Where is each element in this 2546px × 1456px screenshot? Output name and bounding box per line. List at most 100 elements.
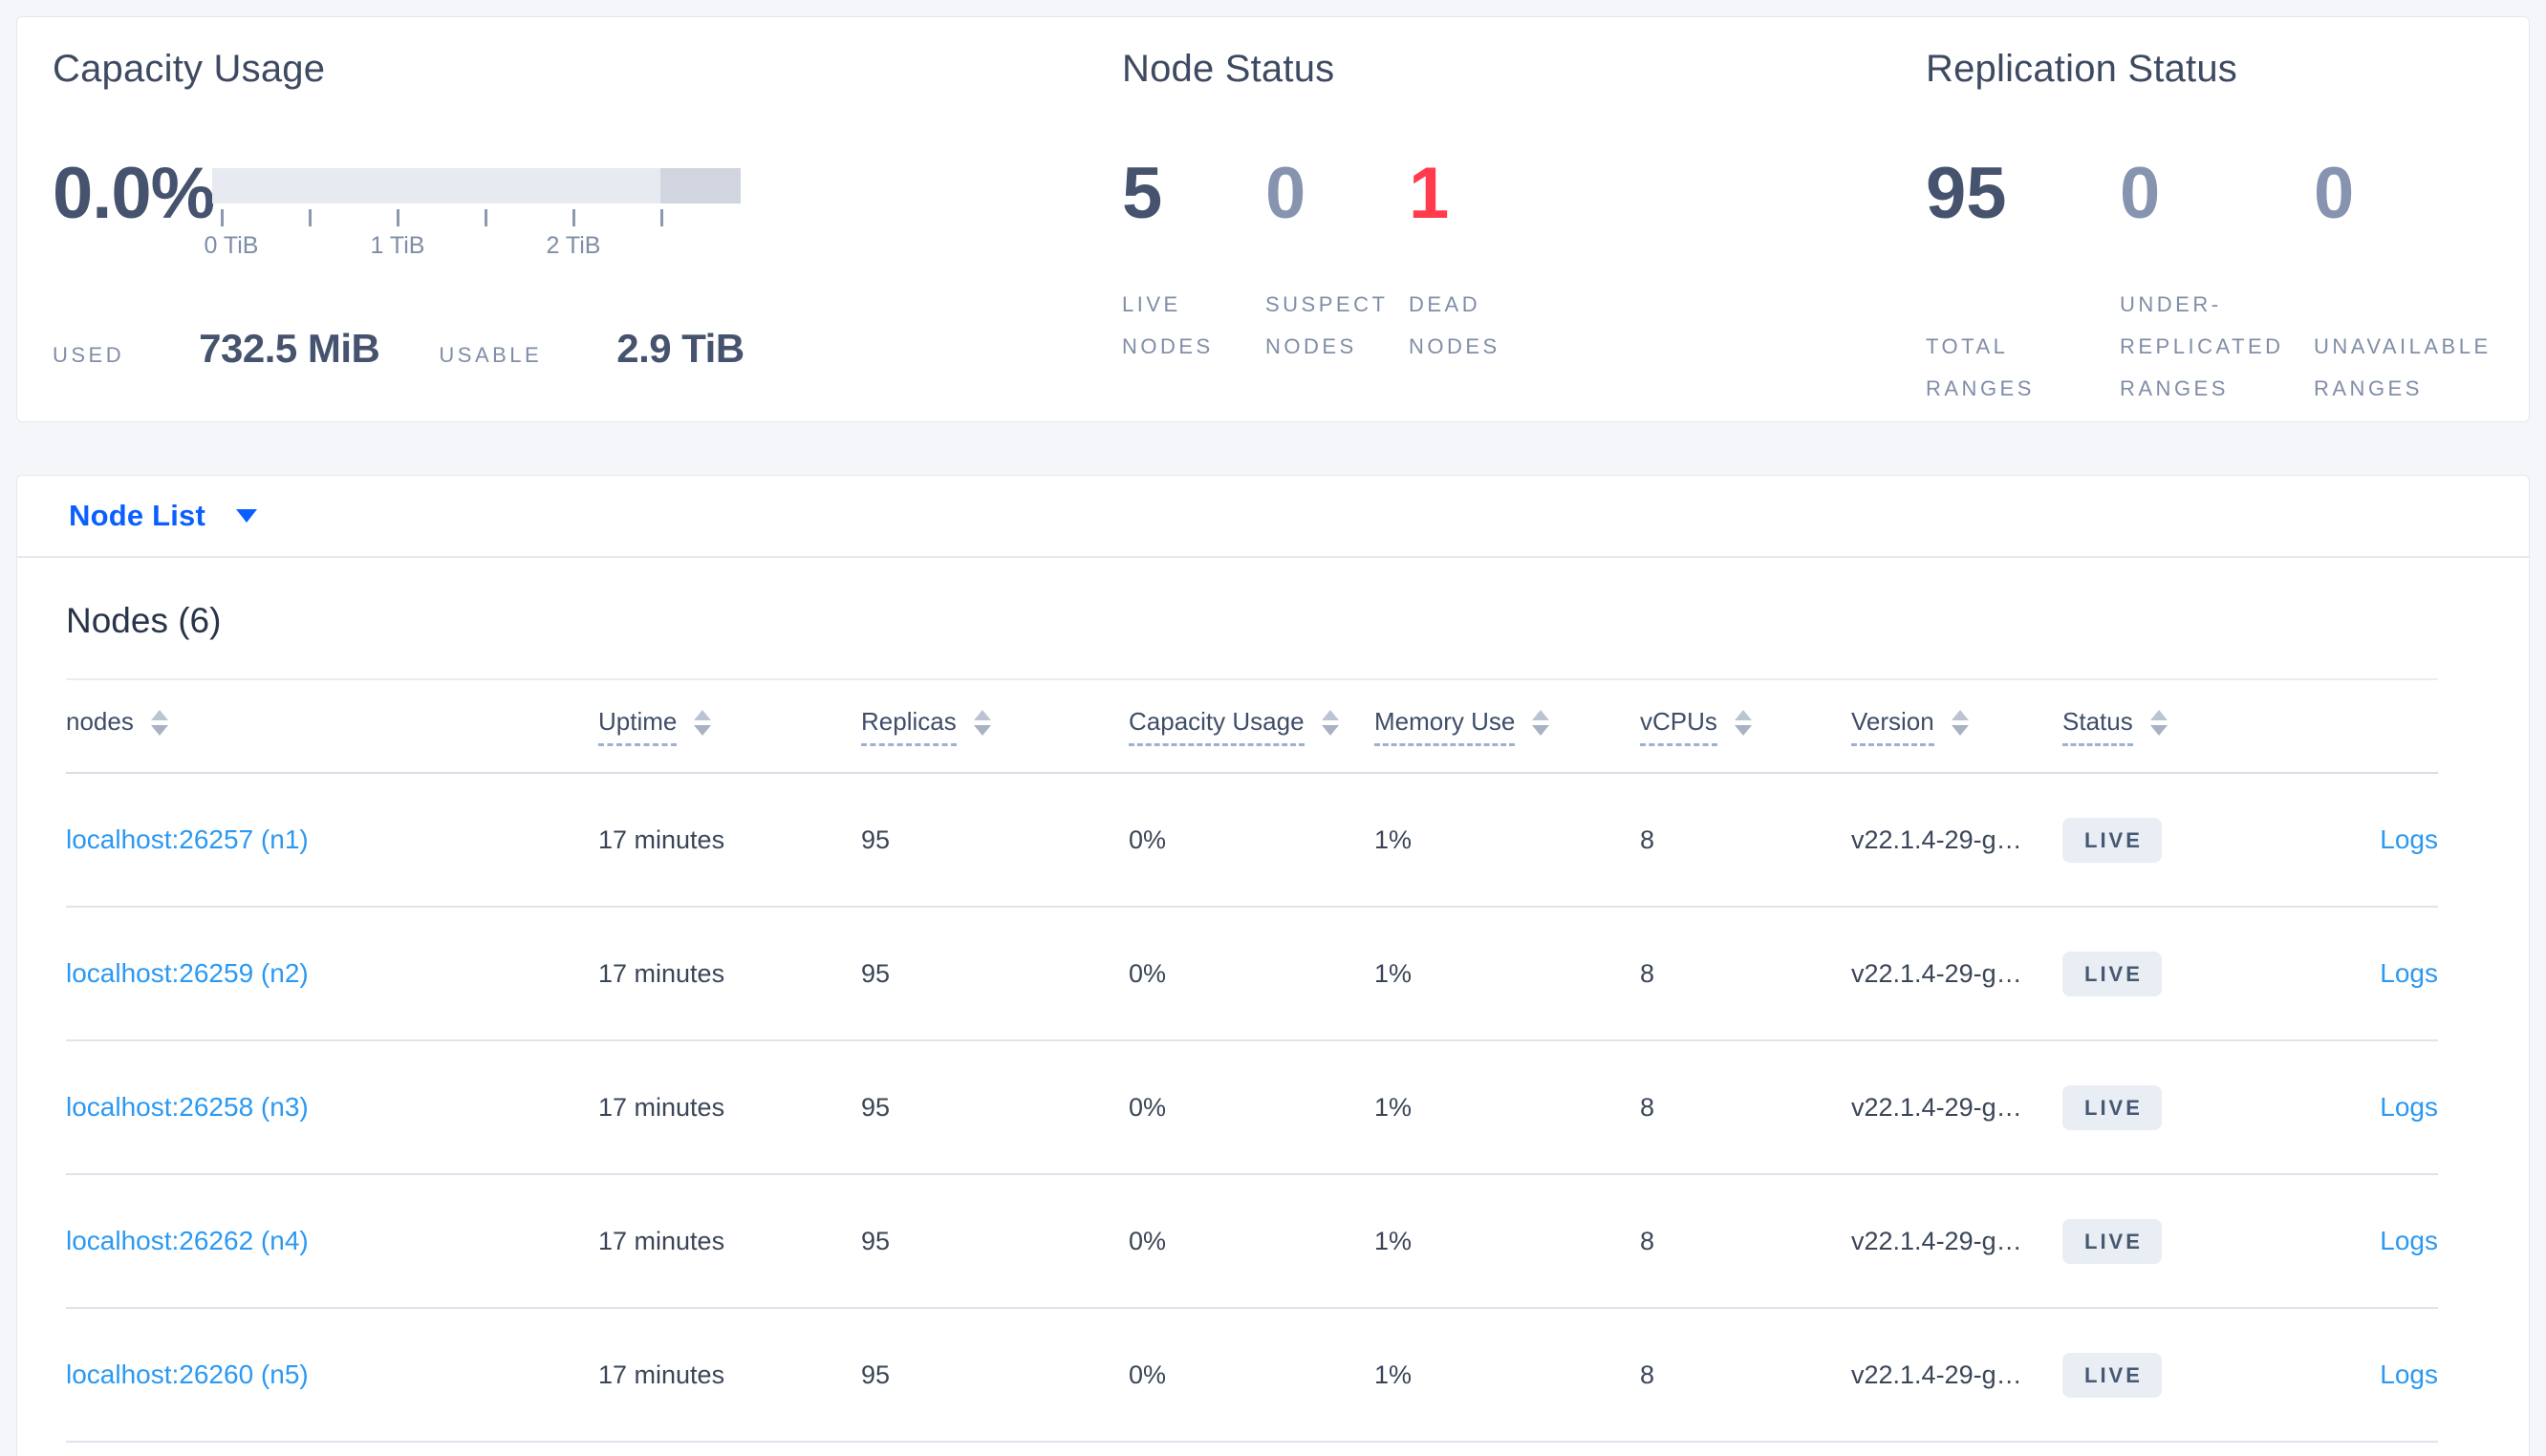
dead-nodes-label: DEAD NODES	[1409, 292, 1500, 358]
column-header-capacity-usage[interactable]: Capacity Usage	[1129, 707, 1374, 746]
capacity-axis-labels: 0 TiB 1 TiB 2 TiB	[205, 232, 741, 261]
version-cell: v22.1.4-29-g…	[1851, 958, 2022, 988]
node-status-values: 5 0 1	[1122, 154, 1926, 234]
capacity-usage-chart: 0.0% 0 TiB 1 TiB 2 TiB	[53, 154, 1122, 261]
node-list-view-bar: Node List	[17, 476, 2529, 558]
uptime-cell: 17 minutes	[598, 1226, 725, 1255]
capacity-usage-cell: 0%	[1129, 1360, 1167, 1389]
under-replicated-ranges-label: UNDER-REPLICATED RANGES	[2120, 292, 2284, 400]
usable-label: USABLE	[439, 343, 543, 367]
under-replicated-ranges-count: 0	[2120, 153, 2161, 234]
node-status-labels: LIVE NODES SUSPECT NODES DEAD NODES	[1122, 284, 1926, 368]
logs-link[interactable]: Logs	[2380, 1360, 2438, 1389]
logs-link[interactable]: Logs	[2380, 1226, 2438, 1255]
replicas-cell: 95	[861, 958, 891, 988]
memory-use-cell: 1%	[1374, 1226, 1413, 1255]
replicas-cell: 95	[861, 1360, 891, 1389]
capacity-usage-cell: 0%	[1129, 958, 1167, 988]
nodes-heading: Nodes (6)	[66, 601, 222, 640]
logs-link[interactable]: Logs	[2380, 1092, 2438, 1122]
axis-label-0tib: 0 TiB	[204, 232, 259, 259]
uptime-cell: 17 minutes	[598, 824, 725, 854]
node-link[interactable]: localhost:26262 (n4)	[66, 1226, 309, 1255]
column-header-uptime[interactable]: Uptime	[598, 707, 861, 746]
chevron-down-icon[interactable]	[236, 509, 258, 523]
capacity-percent-value: 0.0%	[53, 153, 215, 234]
vcpus-cell: 8	[1640, 824, 1655, 854]
sort-icon	[1734, 710, 1752, 736]
capacity-bar-reserved-segment	[660, 168, 741, 203]
node-link[interactable]: localhost:26259 (n2)	[66, 958, 309, 988]
capacity-bar-usable-segment	[212, 168, 660, 203]
node-status-panel: Node Status 5 0 1 LIVE NODES SUSPECT NOD…	[1122, 46, 1926, 421]
cluster-overview-page: Capacity Usage 0.0% 0 TiB 1 TiB 2 TiB US…	[0, 0, 2546, 1456]
suspect-nodes-label: SUSPECT NODES	[1265, 292, 1389, 358]
replicas-cell: 95	[861, 824, 891, 854]
cluster-summary-card: Capacity Usage 0.0% 0 TiB 1 TiB 2 TiB US…	[16, 16, 2530, 422]
vcpus-cell: 8	[1640, 1092, 1655, 1122]
replication-status-panel: Replication Status 95 0 0 TOTAL RANGES U…	[1926, 46, 2529, 421]
table-row: localhost:26258 (n3) 17 minutes 95 0% 1%…	[66, 1041, 2438, 1175]
capacity-usage-panel: Capacity Usage 0.0% 0 TiB 1 TiB 2 TiB US…	[53, 46, 1122, 421]
table-header-row: nodes Uptime Replicas Capacity Usage Mem…	[66, 680, 2438, 774]
table-row: localhost:26259 (n2) 17 minutes 95 0% 1%…	[66, 908, 2438, 1041]
replication-status-title: Replication Status	[1926, 48, 2238, 90]
sort-icon	[150, 710, 168, 736]
capacity-bar-track	[212, 168, 741, 203]
capacity-usage-cell: 0%	[1129, 824, 1167, 854]
replicas-cell: 95	[861, 1092, 891, 1122]
column-header-status[interactable]: Status	[2062, 707, 2342, 746]
column-header-vcpus[interactable]: vCPUs	[1640, 707, 1851, 746]
live-nodes-count: 5	[1122, 153, 1163, 234]
total-ranges-label: TOTAL RANGES	[1926, 334, 2035, 400]
node-link[interactable]: localhost:26257 (n1)	[66, 824, 309, 854]
node-link[interactable]: localhost:26260 (n5)	[66, 1360, 309, 1389]
vcpus-cell: 8	[1640, 1360, 1655, 1389]
sort-icon	[973, 710, 991, 736]
column-header-version[interactable]: Version	[1851, 707, 2062, 746]
uptime-cell: 17 minutes	[598, 958, 725, 988]
column-header-nodes[interactable]: nodes	[66, 707, 598, 736]
table-row: localhost:26257 (n1) 17 minutes 95 0% 1%…	[66, 774, 2438, 908]
vcpus-cell: 8	[1640, 958, 1655, 988]
sort-icon	[2149, 710, 2168, 736]
status-badge: LIVE	[2062, 951, 2162, 996]
logs-link[interactable]: Logs	[2380, 824, 2438, 854]
usable-value: 2.9 TiB	[616, 326, 744, 371]
capacity-usage-cell: 0%	[1129, 1226, 1167, 1255]
nodes-table: nodes Uptime Replicas Capacity Usage Mem…	[66, 678, 2438, 1443]
node-link[interactable]: localhost:26258 (n3)	[66, 1092, 309, 1122]
live-nodes-label: LIVE NODES	[1122, 292, 1214, 358]
version-cell: v22.1.4-29-g…	[1851, 1360, 2022, 1389]
capacity-axis-ticks	[212, 209, 741, 232]
status-badge: LIVE	[2062, 1352, 2162, 1398]
status-badge: LIVE	[2062, 817, 2162, 863]
suspect-nodes-count: 0	[1265, 153, 1306, 234]
unavailable-ranges-count: 0	[2314, 153, 2355, 234]
memory-use-cell: 1%	[1374, 1092, 1413, 1122]
capacity-stats-row: USED 732.5 MiB USABLE 2.9 TiB	[53, 326, 1122, 372]
capacity-bar: 0 TiB 1 TiB 2 TiB	[205, 154, 741, 261]
uptime-cell: 17 minutes	[598, 1092, 725, 1122]
axis-label-2tib: 2 TiB	[546, 232, 601, 259]
total-ranges-count: 95	[1926, 153, 2007, 234]
version-cell: v22.1.4-29-g…	[1851, 824, 2022, 854]
replication-labels: TOTAL RANGES UNDER-REPLICATED RANGES UNA…	[1926, 284, 2529, 410]
table-row: localhost:26260 (n5) 17 minutes 95 0% 1%…	[66, 1309, 2438, 1443]
status-badge: LIVE	[2062, 1218, 2162, 1264]
column-header-replicas[interactable]: Replicas	[861, 707, 1129, 746]
unavailable-ranges-label: UNAVAILABLE RANGES	[2314, 334, 2492, 400]
sort-icon	[1951, 710, 1969, 736]
node-list-dropdown[interactable]: Node List	[69, 499, 205, 533]
capacity-usage-cell: 0%	[1129, 1092, 1167, 1122]
logs-link[interactable]: Logs	[2380, 958, 2438, 988]
node-status-title: Node Status	[1122, 48, 1335, 90]
sort-icon	[1532, 710, 1550, 736]
memory-use-cell: 1%	[1374, 1360, 1413, 1389]
status-badge: LIVE	[2062, 1084, 2162, 1130]
sort-icon	[694, 710, 712, 736]
uptime-cell: 17 minutes	[598, 1360, 725, 1389]
node-list-card: Node List Nodes (6) nodes Uptime Replica…	[16, 475, 2530, 1456]
column-header-memory-use[interactable]: Memory Use	[1374, 707, 1640, 746]
capacity-usage-title: Capacity Usage	[53, 48, 326, 90]
